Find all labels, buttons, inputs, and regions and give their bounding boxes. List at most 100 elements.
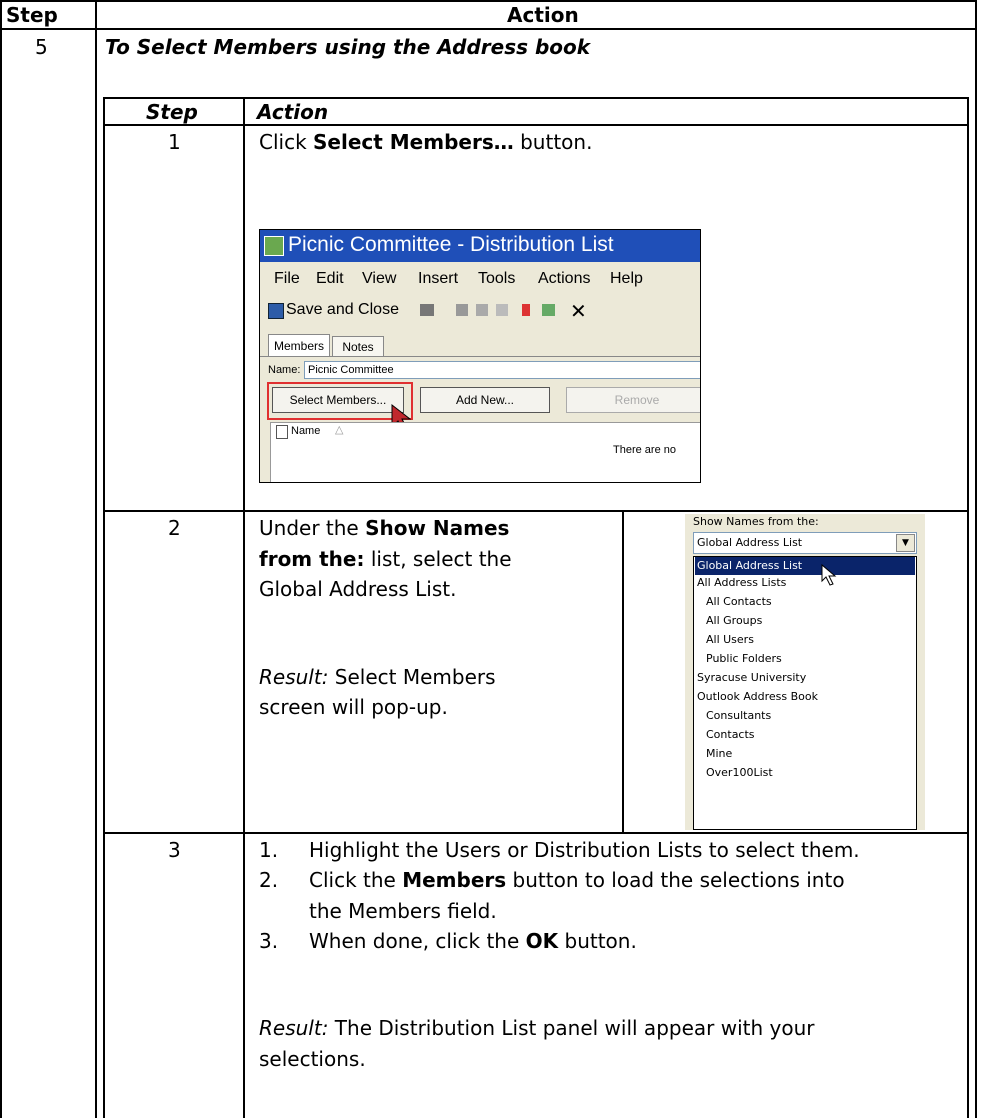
list-number: 3. [259, 929, 279, 953]
chevron-down-icon[interactable]: ▼ [896, 534, 915, 552]
step-number: 1 [168, 130, 181, 154]
copy-icon [476, 304, 488, 316]
flag-icon [522, 304, 530, 316]
step3-result-line1: Result: The Distribution List panel will… [259, 1016, 814, 1040]
rule [103, 97, 105, 1118]
step2-result-line2: screen will pop-up. [259, 695, 448, 719]
menu-insert[interactable]: Insert [418, 270, 458, 288]
step3-item2: Click the Members button to load the sel… [309, 868, 845, 892]
window-title: Picnic Committee - Distribution List [288, 233, 614, 256]
option-all-groups[interactable]: All Groups [706, 614, 762, 627]
step-number: 3 [168, 838, 181, 862]
text-bold: Members [402, 868, 507, 892]
step2-line3: Global Address List. [259, 577, 457, 601]
tab-members[interactable]: Members [268, 334, 330, 357]
show-names-screenshot: Show Names from the: Global Address List… [685, 514, 925, 830]
outer-step-number: 5 [35, 35, 48, 59]
step2-result-line1: Result: Select Members [259, 665, 496, 689]
step3-result-line2: selections. [259, 1047, 366, 1071]
distribution-list-screenshot: Picnic Committee - Distribution List Fil… [259, 229, 701, 483]
text: button to load the selections into [506, 868, 845, 892]
text: Under the [259, 516, 366, 540]
delete-icon: ✕ [570, 301, 587, 323]
option-all-contacts[interactable]: All Contacts [706, 595, 772, 608]
column-name[interactable]: Name [291, 425, 320, 437]
option-syracuse-university[interactable]: Syracuse University [697, 671, 806, 684]
result-label: Result: [259, 1016, 329, 1040]
option-global-address-list[interactable]: Global Address List [695, 557, 915, 575]
rule [0, 0, 2, 1118]
empty-list-text: There are no [613, 444, 676, 456]
option-over100list[interactable]: Over100List [706, 766, 773, 779]
step3-item2-line2: the Members field. [309, 899, 497, 923]
distribution-list-icon [264, 236, 284, 256]
rule [103, 832, 969, 834]
header-action: Action [507, 3, 579, 27]
step3-item1: Highlight the Users or Distribution List… [309, 838, 860, 862]
text-bold: Show Names [365, 516, 510, 540]
header-step: Step [6, 3, 58, 27]
menu-edit[interactable]: Edit [316, 270, 344, 288]
text: button. [558, 929, 637, 953]
name-field[interactable]: Picnic Committee [304, 361, 700, 379]
text: Click the [309, 868, 403, 892]
tab-notes[interactable]: Notes [332, 336, 384, 357]
step2-line1: Under the Show Names [259, 516, 509, 540]
option-all-address-lists[interactable]: All Address Lists [697, 576, 786, 589]
inner-header-action: Action [257, 100, 329, 124]
text: When done, click the [309, 929, 526, 953]
result-label: Result: [259, 665, 329, 689]
remove-button[interactable]: Remove [566, 387, 700, 413]
rule [622, 510, 624, 832]
text: Click [259, 130, 314, 154]
text-bold: OK [525, 929, 559, 953]
show-names-select[interactable]: Global Address List ▼ [693, 532, 917, 554]
window-titlebar: Picnic Committee - Distribution List [260, 230, 700, 262]
toolbar: Save and Close ✕ [260, 296, 700, 326]
menu-bar: File Edit View Insert Tools Actions Help [260, 264, 700, 294]
text: The Distribution List panel will appear … [328, 1016, 815, 1040]
save-icon [268, 303, 284, 319]
menu-file[interactable]: File [274, 270, 300, 288]
menu-view[interactable]: View [362, 270, 396, 288]
option-contacts[interactable]: Contacts [706, 728, 755, 741]
tab-divider [260, 356, 700, 357]
rule [95, 0, 97, 1118]
paste-icon [496, 304, 508, 316]
section-title: To Select Members using the Address book [105, 35, 591, 59]
cut-icon [456, 304, 468, 316]
list-number: 2. [259, 868, 279, 892]
option-consultants[interactable]: Consultants [706, 709, 771, 722]
step3-item3: When done, click the OK button. [309, 929, 637, 953]
text: button. [513, 130, 593, 154]
option-all-users[interactable]: All Users [706, 633, 754, 646]
option-public-folders[interactable]: Public Folders [706, 652, 782, 665]
step1-instruction: Click Select Members… button. [259, 130, 592, 154]
option-mine[interactable]: Mine [706, 747, 732, 760]
text-bold: Select Members… [313, 130, 514, 154]
print-icon [420, 304, 434, 316]
item-icon [276, 425, 288, 439]
show-names-label: Show Names from the: [693, 515, 819, 528]
rule [975, 0, 977, 1118]
rule [0, 0, 977, 2]
rule [103, 124, 969, 126]
selected-value: Global Address List [697, 536, 803, 549]
sort-icon: △ [335, 424, 344, 436]
rule [967, 97, 969, 1118]
option-outlook-address-book[interactable]: Outlook Address Book [697, 690, 818, 703]
list-number: 1. [259, 838, 279, 862]
rule [0, 28, 977, 30]
menu-actions[interactable]: Actions [538, 270, 590, 288]
inner-header-step: Step [146, 100, 198, 124]
text-bold: from the: [259, 547, 365, 571]
menu-help[interactable]: Help [610, 270, 643, 288]
rule [103, 510, 969, 512]
members-list-header: Name △ [270, 422, 700, 442]
members-list: There are no [270, 441, 700, 482]
step2-line2: from the: list, select the [259, 547, 512, 571]
add-new-button[interactable]: Add New... [420, 387, 550, 413]
save-and-close-button[interactable]: Save and Close [286, 301, 399, 319]
text: Select Members [328, 665, 496, 689]
menu-tools[interactable]: Tools [478, 270, 515, 288]
